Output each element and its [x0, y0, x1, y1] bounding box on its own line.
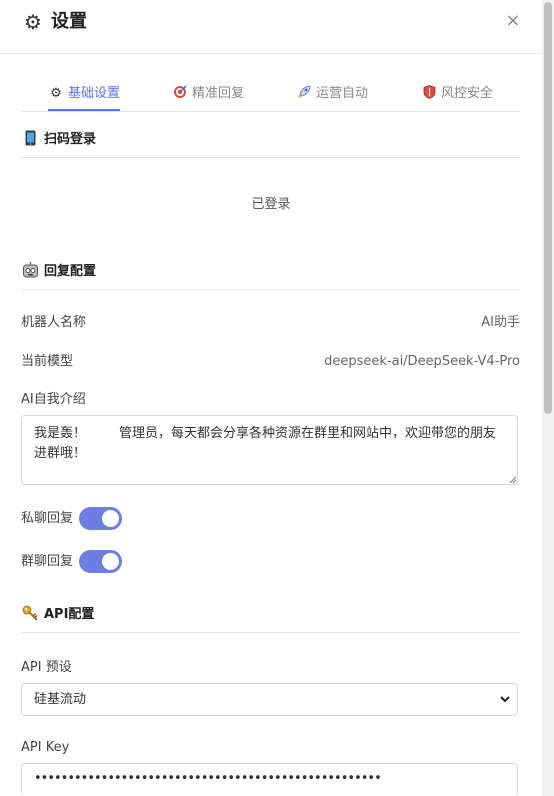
toggle-knob	[102, 553, 119, 570]
chevron-down-icon	[500, 696, 510, 703]
tab-risk-control[interactable]: 风控安全	[421, 80, 493, 109]
settings-panel: ⚙ 设置 × ⚙ 基础设置 精准回复 运营自动 风控安全 扫码登录 已登录 回复…	[0, 0, 542, 796]
phone-icon	[21, 130, 39, 147]
key-icon	[21, 605, 39, 622]
section-reply-config: 回复配置	[21, 261, 520, 290]
api-key-label: API Key	[21, 740, 70, 755]
rocket-icon	[296, 80, 312, 108]
scrollbar[interactable]	[542, 0, 554, 796]
bot-name-value: AI助手	[481, 315, 520, 330]
api-preset-select[interactable]: 硅基流动	[21, 683, 518, 716]
section-api-config: API配置	[21, 604, 520, 633]
login-status: 已登录	[251, 197, 291, 212]
toggle-knob	[102, 510, 119, 527]
model-label: 当前模型	[21, 354, 74, 369]
tab-basic-settings[interactable]: ⚙ 基础设置	[48, 80, 121, 111]
intro-label: AI自我介绍	[21, 392, 86, 407]
close-button[interactable]: ×	[504, 11, 522, 31]
settings-tabs: ⚙ 基础设置 精准回复 运营自动 风控安全	[21, 80, 520, 112]
bot-name-label: 机器人名称	[21, 315, 87, 330]
private-reply-toggle[interactable]	[79, 507, 122, 530]
api-preset-label: API 预设	[21, 660, 72, 675]
target-icon	[172, 80, 188, 108]
page-title: 设置	[51, 11, 87, 32]
group-reply-toggle[interactable]	[79, 550, 122, 573]
robot-icon	[21, 262, 39, 279]
intro-textarea[interactable]	[21, 415, 518, 485]
api-key-value: ••••••••••••••••••••••••••••••••••••••••…	[34, 771, 382, 786]
api-preset-value: 硅基流动	[34, 692, 87, 707]
api-key-input[interactable]: ••••••••••••••••••••••••••••••••••••••••…	[21, 763, 518, 796]
tab-precise-reply[interactable]: 精准回复	[172, 80, 244, 109]
model-value: deepseek-ai/DeepSeek-V4-Pro	[324, 354, 520, 369]
gear-icon: ⚙	[24, 10, 42, 34]
section-scan-login: 扫码登录	[21, 129, 520, 158]
shield-icon	[421, 80, 437, 108]
private-reply-label: 私聊回复	[21, 511, 74, 526]
gear-icon: ⚙	[50, 86, 62, 101]
scrollbar-thumb[interactable]	[544, 2, 552, 414]
group-reply-label: 群聊回复	[21, 554, 74, 569]
resize-handle-icon[interactable]	[508, 475, 517, 484]
settings-header: ⚙ 设置 ×	[0, 0, 542, 54]
tab-operations-auto[interactable]: 运营自动	[296, 80, 368, 109]
